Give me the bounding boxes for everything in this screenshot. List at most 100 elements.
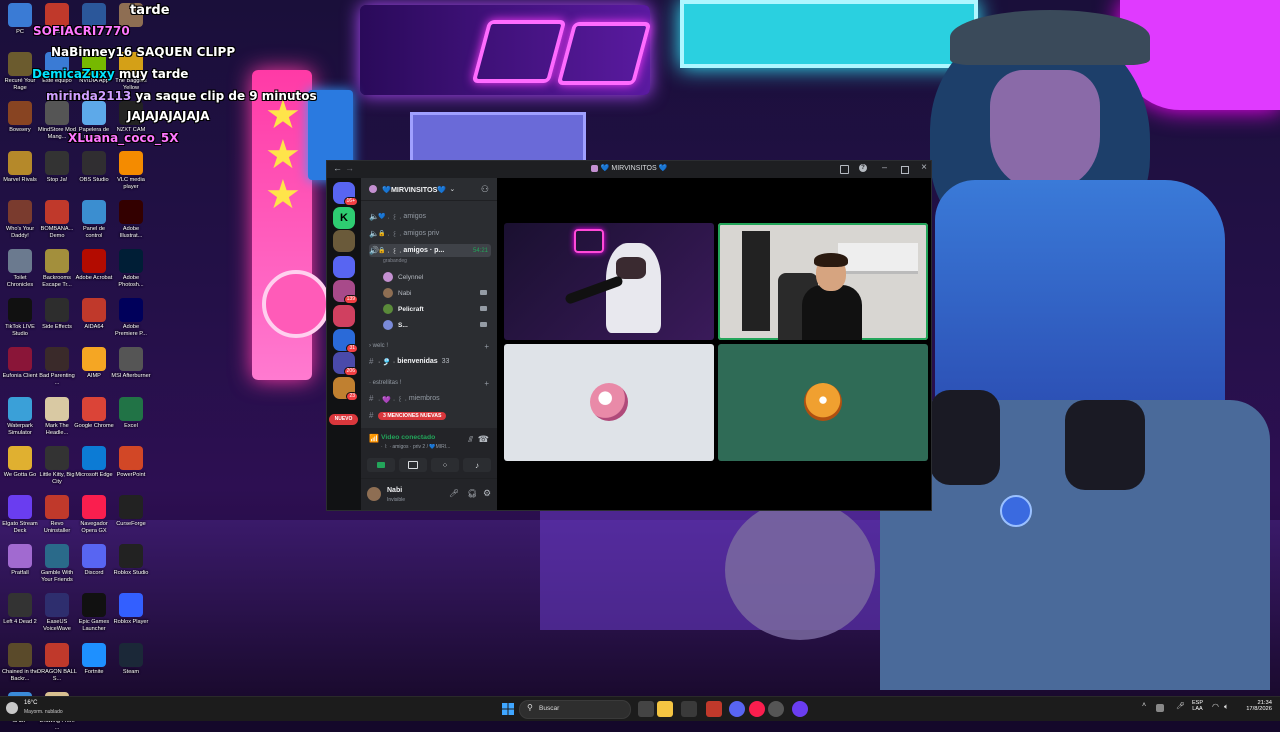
- desktop-shortcut[interactable]: MSI Afterburner: [111, 347, 151, 380]
- desktop-shortcut[interactable]: Side Effects: [37, 298, 77, 331]
- wifi-icon[interactable]: ◠: [1212, 702, 1219, 711]
- store-icon[interactable]: [681, 701, 697, 717]
- voice-channel[interactable]: 🔈 💙 · ꒰ · amigos: [369, 210, 491, 223]
- calendar-icon[interactable]: [706, 701, 722, 717]
- desktop-shortcut[interactable]: Panel de control: [74, 199, 114, 240]
- desktop-shortcut[interactable]: Waterpark Simulator: [0, 396, 40, 437]
- new-mentions-pill[interactable]: 3 MENCIONES NUEVAS: [378, 411, 447, 420]
- text-channel[interactable]: # 3 MENCIONES NUEVAS: [369, 409, 491, 422]
- file-explorer-icon[interactable]: [657, 701, 673, 717]
- desktop-shortcut[interactable]: Gamble With Your Friends: [37, 544, 77, 584]
- obs-icon[interactable]: [768, 701, 784, 717]
- desktop-shortcut[interactable]: Excel: [111, 396, 151, 430]
- desktop-shortcut[interactable]: Eufonia Client: [0, 347, 40, 380]
- help-icon[interactable]: ?: [859, 164, 867, 172]
- desktop-shortcut[interactable]: VLC media player: [111, 150, 151, 191]
- desktop-shortcut[interactable]: Roblox Studio: [111, 544, 151, 577]
- window-titlebar[interactable]: ← → 💙 MIRVINSITOS 💙 ? – ×: [327, 161, 931, 178]
- desktop-shortcut[interactable]: Revo Uninstaller: [37, 495, 77, 535]
- server-icon[interactable]: 31: [333, 329, 358, 353]
- desktop-shortcut[interactable]: Bad Parenting ...: [37, 347, 77, 387]
- desktop-shortcut[interactable]: AIDA64: [74, 298, 114, 331]
- server-icon[interactable]: 139: [333, 280, 358, 304]
- category-header[interactable]: · estrellitas !: [369, 380, 401, 386]
- desktop-shortcut[interactable]: Adobe Illustrat...: [111, 199, 151, 240]
- add-channel-icon[interactable]: +: [484, 342, 489, 351]
- desktop-shortcut[interactable]: Who's Your Daddy!: [0, 199, 40, 240]
- server-icon[interactable]: K: [333, 207, 355, 229]
- desktop-shortcut[interactable]: Adobe Premiere P...: [111, 298, 151, 338]
- server-icon[interactable]: 206: [333, 352, 358, 376]
- desktop-shortcut[interactable]: TikTok LIVE Studio: [0, 298, 40, 338]
- desktop-shortcut[interactable]: Microsoft Edge: [74, 445, 114, 479]
- camera-button[interactable]: [367, 458, 395, 472]
- maximize-icon[interactable]: [901, 166, 909, 174]
- voice-status[interactable]: Video conectado: [381, 434, 435, 441]
- discord-icon[interactable]: [729, 701, 745, 717]
- voice-channel-active[interactable]: 🔊 🔒 · ꒰ · amigos · p... 54:21: [369, 244, 491, 257]
- noise-suppression-icon[interactable]: ⫻: [468, 435, 473, 445]
- minimize-icon[interactable]: –: [882, 162, 887, 172]
- voice-user[interactable]: S...: [383, 318, 487, 332]
- desktop-shortcut[interactable]: BOMBANA... Demo: [37, 199, 77, 240]
- desktop-shortcut[interactable]: Toilet Chronicles: [0, 249, 40, 289]
- desktop-shortcut[interactable]: Roblox Player: [111, 593, 151, 626]
- text-channel[interactable]: # · 💜 · ꒰ · miembros: [369, 392, 491, 405]
- headphones-icon[interactable]: 🎧︎: [467, 489, 477, 498]
- server-icon[interactable]: 16+: [333, 182, 358, 206]
- inbox-icon[interactable]: [840, 165, 849, 174]
- new-unreads-pill[interactable]: NUEVO: [329, 414, 358, 425]
- video-tile-speaking[interactable]: [718, 223, 928, 340]
- desktop-shortcut[interactable]: Bowsery: [0, 101, 40, 134]
- soundboard-button[interactable]: ♪: [463, 458, 491, 472]
- desktop-shortcut[interactable]: Adobe Acrobat: [74, 249, 114, 282]
- avatar-tile[interactable]: [718, 344, 928, 461]
- text-channel[interactable]: # · 🎐 · bienvenidas 33: [369, 355, 491, 368]
- elgato-icon[interactable]: [792, 701, 808, 717]
- desktop-shortcut[interactable]: CurseForge: [111, 495, 151, 528]
- desktop-shortcut[interactable]: Discord: [74, 544, 114, 577]
- activities-button[interactable]: ⁘: [431, 458, 459, 472]
- task-view-icon[interactable]: [638, 701, 654, 717]
- voice-user[interactable]: Celynnel: [383, 270, 423, 284]
- desktop-shortcut[interactable]: Little Kitty, Big City: [37, 445, 77, 486]
- server-header[interactable]: 💙MIRVINSITOS💙 ⌄ ⚇: [361, 178, 497, 201]
- microphone-icon[interactable]: 🎤︎: [449, 489, 459, 498]
- desktop-shortcut[interactable]: Navegador Opera GX: [74, 495, 114, 535]
- category-header[interactable]: › welc !: [369, 343, 388, 349]
- desktop-shortcut[interactable]: AIMP: [74, 347, 114, 380]
- voice-channel[interactable]: 🔈 🔒 · ꒰ · amigos priv: [369, 227, 491, 240]
- taskbar-search[interactable]: ⚲ Buscar: [519, 700, 631, 719]
- server-icon[interactable]: [333, 256, 355, 278]
- video-tile[interactable]: [504, 223, 714, 340]
- desktop-shortcut[interactable]: PowerPoint: [111, 445, 151, 479]
- voice-user[interactable]: Nabi: [383, 286, 487, 300]
- server-icon[interactable]: [333, 305, 355, 327]
- avatar-tile[interactable]: [504, 344, 714, 461]
- desktop-shortcut[interactable]: DRAGON BALL S...: [37, 642, 77, 683]
- desktop-shortcut[interactable]: Stop Ja!: [37, 150, 77, 184]
- close-icon[interactable]: ×: [921, 162, 927, 173]
- add-member-icon[interactable]: ⚇: [481, 184, 489, 195]
- desktop-shortcut[interactable]: Marvel Rivals: [0, 150, 40, 184]
- avatar[interactable]: [367, 487, 381, 501]
- microphone-icon[interactable]: 🎤︎: [1176, 702, 1185, 710]
- volume-icon[interactable]: 🔈︎: [1224, 702, 1229, 712]
- language-indicator[interactable]: ESP LAA: [1192, 700, 1203, 712]
- desktop-shortcut[interactable]: We Gotta Go: [0, 445, 40, 479]
- desktop-shortcut[interactable]: Fortnite: [74, 642, 114, 676]
- start-button[interactable]: [500, 701, 516, 717]
- desktop-shortcut[interactable]: Mark The Headle...: [37, 396, 77, 437]
- desktop-shortcut[interactable]: Epic Games Launcher: [74, 593, 114, 633]
- desktop-shortcut[interactable]: Chained in the Backr...: [0, 642, 40, 683]
- disconnect-icon[interactable]: ☎: [478, 434, 489, 445]
- server-icon[interactable]: [333, 230, 355, 252]
- clock[interactable]: 21:34 17/8/2026: [1240, 700, 1272, 712]
- desktop-shortcut[interactable]: OBS Studio: [74, 150, 114, 184]
- chevron-up-icon[interactable]: ˄: [1142, 702, 1146, 709]
- add-channel-icon[interactable]: +: [484, 379, 489, 388]
- gear-icon[interactable]: ⚙: [483, 488, 491, 499]
- voice-user[interactable]: Pelicraft: [383, 302, 487, 316]
- desktop-shortcut[interactable]: EaseUS VoiceWave: [37, 593, 77, 633]
- desktop-shortcut[interactable]: Adobe Photosh...: [111, 249, 151, 289]
